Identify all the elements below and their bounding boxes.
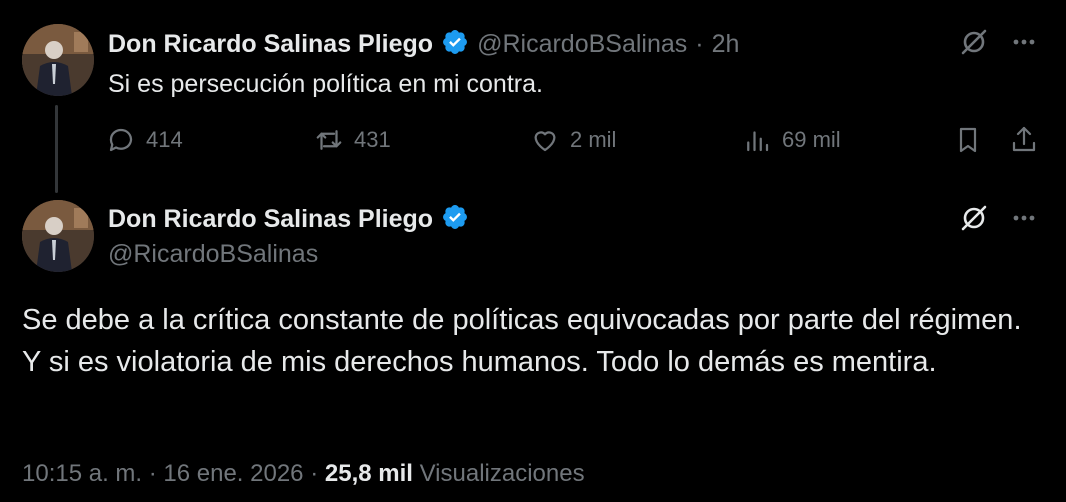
grok-icon[interactable]: [958, 202, 990, 239]
like-icon: [534, 131, 556, 152]
more-icon[interactable]: [1008, 202, 1040, 239]
avatar[interactable]: [22, 200, 94, 272]
tweet-meta: 10:15 a. m. · 16 ene. 2026 · 25,8 mil Vi…: [22, 460, 585, 488]
tweet-time[interactable]: 2h: [712, 30, 740, 59]
share-icon[interactable]: [1008, 124, 1040, 161]
views-total: 25,8 mil: [324, 460, 413, 487]
bookmark-icon[interactable]: [952, 124, 984, 161]
avatar-image: [22, 24, 94, 96]
verified-badge-icon: [441, 28, 469, 61]
tweet-timestamp[interactable]: 10:15 a. m. · 16 ene. 2026: [22, 460, 304, 487]
views-label: Visualizaciones: [419, 460, 585, 487]
dot-separator: ·: [310, 460, 319, 487]
tweet1-header: Don Ricardo Salinas Pliego @RicardoBSali…: [108, 28, 739, 61]
tweet2-text: Se debe a la crítica constante de políti…: [22, 304, 1022, 378]
grok-icon[interactable]: [958, 26, 990, 63]
dot-separator: ·: [695, 30, 704, 58]
author-handle[interactable]: @RicardoBSalinas: [477, 30, 687, 59]
repost-count: 431: [354, 127, 391, 152]
avatar[interactable]: [22, 24, 94, 96]
tweet2-header: Don Ricardo Salinas Pliego: [108, 203, 469, 236]
tweet1-text: Si es persecución política en mi contra.: [108, 70, 543, 98]
reply-button[interactable]: 414: [106, 125, 183, 155]
views-count: 69 mil: [782, 127, 841, 152]
more-icon[interactable]: [1008, 26, 1040, 63]
repost-icon: [316, 130, 342, 150]
like-count: 2 mil: [570, 127, 617, 152]
thread-line: [55, 105, 58, 193]
reply-count: 414: [146, 127, 183, 152]
views-icon: [747, 131, 769, 152]
author-name[interactable]: Don Ricardo Salinas Pliego: [108, 205, 433, 234]
repost-button[interactable]: 431: [314, 125, 391, 155]
author-name[interactable]: Don Ricardo Salinas Pliego: [108, 30, 433, 59]
author-handle[interactable]: @RicardoBSalinas: [108, 240, 318, 269]
avatar-image: [22, 200, 94, 272]
verified-badge-icon: [441, 203, 469, 236]
like-button[interactable]: 2 mil: [530, 125, 616, 155]
views-button[interactable]: 69 mil: [742, 125, 841, 155]
reply-icon: [109, 128, 133, 152]
